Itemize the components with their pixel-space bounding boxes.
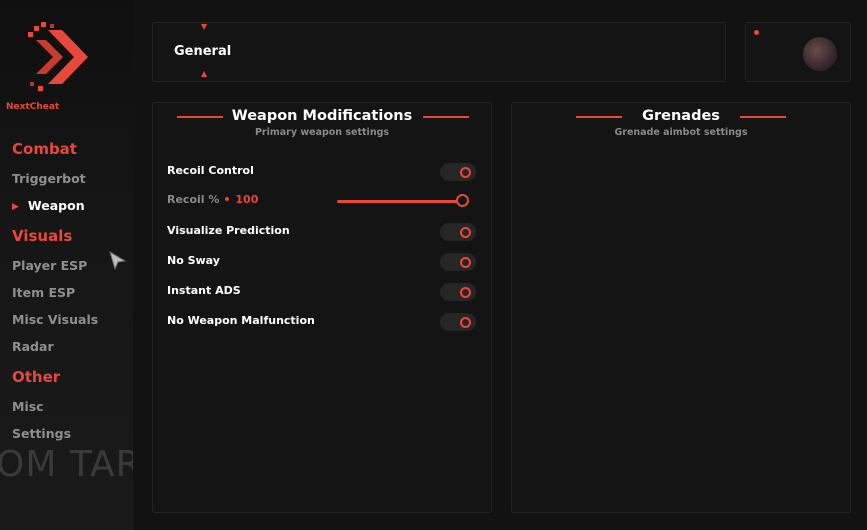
- toggle-knob: [460, 287, 471, 298]
- panel-title: Grenades: [642, 108, 720, 124]
- recoil-slider-thumb[interactable]: [456, 194, 469, 207]
- toggle-recoil-control[interactable]: [440, 163, 476, 181]
- sidebar-item-label: Weapon: [27, 198, 85, 213]
- panel-title: Weapon Modifications: [231, 108, 413, 124]
- sidebar-category-visuals: Visuals: [12, 227, 73, 245]
- toggle-knob: [460, 227, 471, 238]
- option-label-recoil-control: Recoil Control: [167, 164, 254, 177]
- panel-subtitle: Grenade aimbot settings: [614, 127, 748, 138]
- option-label-visualize-prediction: Visualize Prediction: [167, 224, 290, 237]
- toggle-knob: [460, 257, 471, 268]
- tab-prev-arrow-icon[interactable]: ▼: [201, 22, 207, 31]
- brand-name: NextCheat: [6, 102, 60, 112]
- sidebar-item-player-esp[interactable]: Player ESP: [12, 258, 87, 273]
- tab-next-arrow-icon[interactable]: ▲: [201, 69, 207, 78]
- toggle-no-sway[interactable]: [440, 253, 476, 271]
- tab-general[interactable]: General: [174, 44, 231, 59]
- toggle-knob: [460, 317, 471, 328]
- mouse-pointer-icon: [109, 250, 127, 275]
- option-label-instant-ads: Instant ADS: [167, 284, 241, 297]
- option-label-no-sway: No Sway: [167, 254, 220, 267]
- background-text: OM TAR: [0, 444, 133, 485]
- recoil-label-text: Recoil %: [167, 193, 220, 206]
- weapon-modifications-panel: Weapon Modifications Primary weapon sett…: [152, 102, 492, 513]
- option-label-no-weapon-malfunction: No Weapon Malfunction: [167, 314, 315, 327]
- sidebar-item-radar[interactable]: Radar: [12, 339, 54, 354]
- toggle-instant-ads[interactable]: [440, 283, 476, 301]
- sidebar-category-combat: Combat: [12, 140, 77, 158]
- sidebar-item-triggerbot[interactable]: Triggerbot: [12, 171, 86, 186]
- toggle-visualize-prediction[interactable]: [440, 223, 476, 241]
- toggle-no-weapon-malfunction[interactable]: [440, 313, 476, 331]
- toggle-knob: [460, 167, 471, 178]
- tab-selector[interactable]: ▼ General ▲: [152, 22, 726, 82]
- sidebar-item-misc[interactable]: Misc: [12, 399, 44, 414]
- sidebar-item-misc-visuals[interactable]: Misc Visuals: [12, 312, 98, 327]
- sidebar-item-item-esp[interactable]: Item ESP: [12, 285, 75, 300]
- user-avatar-icon[interactable]: [803, 37, 837, 71]
- grenades-panel: Grenades Grenade aimbot settings: [511, 102, 851, 513]
- bullet-dot: [225, 197, 230, 201]
- panel-subtitle: Primary weapon settings: [254, 127, 390, 138]
- sidebar-item-weapon[interactable]: ▶ Weapon: [12, 198, 85, 213]
- status-dot: [754, 30, 759, 35]
- active-arrow-icon: ▶: [12, 202, 19, 212]
- sidebar-item-settings[interactable]: Settings: [12, 426, 71, 441]
- recoil-slider-track[interactable]: [337, 200, 465, 203]
- sidebar-category-other: Other: [12, 368, 61, 386]
- profile-box[interactable]: [745, 22, 851, 82]
- recoil-slider-label: Recoil % 100: [167, 193, 258, 206]
- chevron-logo-icon: [28, 22, 100, 92]
- recoil-value: 100: [235, 193, 259, 206]
